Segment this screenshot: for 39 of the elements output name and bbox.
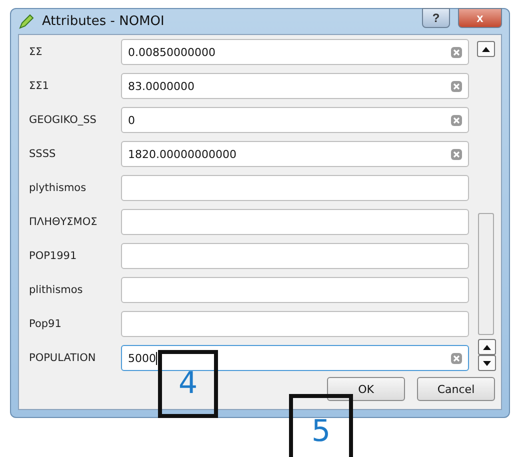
- clear-icon[interactable]: [451, 80, 462, 92]
- scroll-down-button[interactable]: [478, 355, 496, 371]
- clear-icon[interactable]: [451, 148, 462, 160]
- field-label: POPULATION: [29, 352, 97, 364]
- scroll-up-button[interactable]: [477, 41, 495, 57]
- pencil-icon: [18, 14, 34, 30]
- up-triangle-icon: [482, 46, 490, 52]
- field-label: plythismos: [29, 182, 88, 194]
- field-label: Pop91: [29, 318, 62, 330]
- input-field[interactable]: 5000: [121, 345, 469, 371]
- field-label: ΣΣ1: [29, 80, 50, 92]
- input-field[interactable]: [121, 311, 469, 337]
- field-label: POP1991: [29, 250, 78, 262]
- clear-icon[interactable]: [451, 114, 462, 126]
- field-label: SSSS: [29, 148, 57, 160]
- cancel-button[interactable]: Cancel: [417, 377, 495, 401]
- numbered-callout: 4: [158, 350, 218, 418]
- input-field[interactable]: 0.00850000000: [121, 39, 469, 65]
- numbered-callout: 5: [289, 394, 353, 457]
- field-label: ΠΛΗΘΥΣΜΟΣ: [29, 216, 98, 228]
- field-label: GEOGIKO_SS: [29, 114, 98, 126]
- ok-button[interactable]: OK: [327, 377, 405, 401]
- field-label: plithismos: [29, 284, 84, 296]
- scroll-up-button[interactable]: [478, 339, 496, 355]
- clear-icon[interactable]: [451, 46, 462, 58]
- up-triangle-icon: [483, 344, 491, 350]
- input-field[interactable]: [121, 209, 469, 235]
- window-title: Attributes - NOMOI: [42, 14, 166, 29]
- input-field[interactable]: [121, 243, 469, 269]
- clear-icon[interactable]: [451, 352, 462, 364]
- down-triangle-icon: [483, 360, 491, 366]
- input-field[interactable]: [121, 175, 469, 201]
- input-field[interactable]: 1820.00000000000: [121, 141, 469, 167]
- field-label: ΣΣ: [29, 46, 44, 58]
- input-field[interactable]: 83.0000000: [121, 73, 469, 99]
- scrollbar-thumb[interactable]: [478, 213, 494, 335]
- input-field[interactable]: 0: [121, 107, 469, 133]
- help-button[interactable]: ?: [422, 8, 450, 28]
- input-field[interactable]: [121, 277, 469, 303]
